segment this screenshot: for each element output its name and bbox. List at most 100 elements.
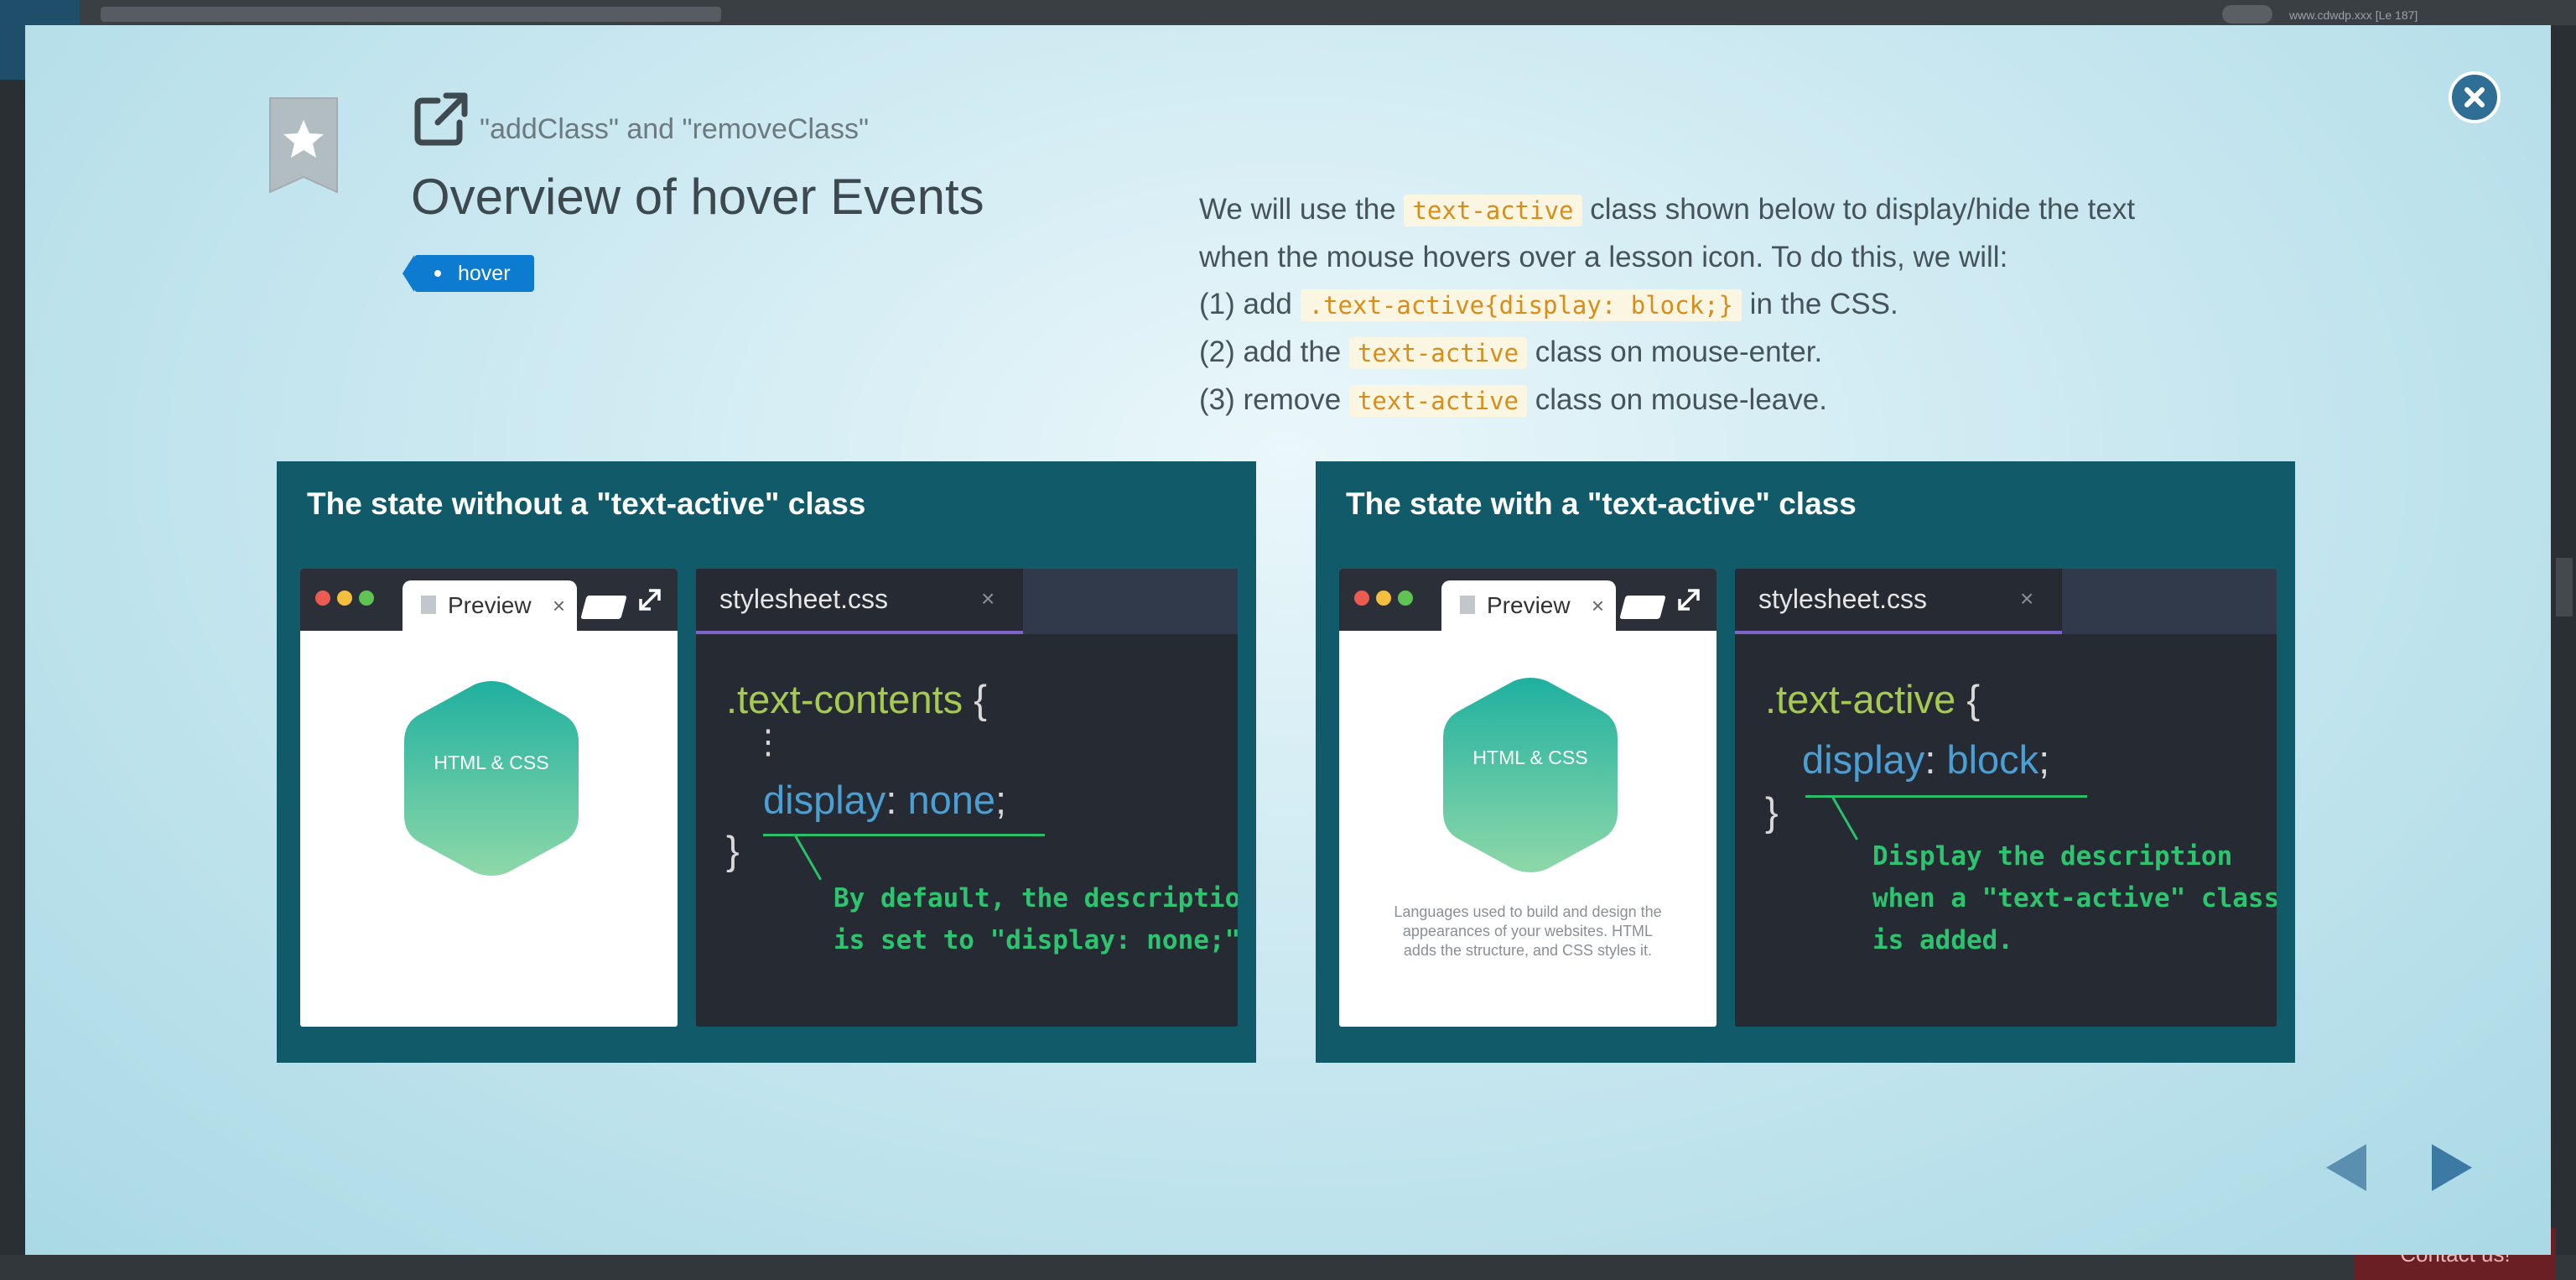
panel-title: The state with a "text-active" class — [1346, 487, 1857, 521]
tab-close-icon: × — [981, 585, 995, 611]
tab-close-icon: × — [2020, 585, 2034, 611]
hexagon-label: HTML & CSS — [434, 752, 549, 773]
expand-icon — [639, 589, 661, 611]
tag-dot — [434, 270, 441, 277]
panel-with-class: The state with a "text-active" class Pre… — [1316, 461, 2295, 1063]
browser-toolbar: Preview × — [1339, 569, 1716, 631]
css-semicolon: ; — [995, 778, 1007, 822]
stylesheet-tab: stylesheet.css × — [696, 569, 1023, 634]
window-minimize-dot — [1376, 591, 1391, 606]
css-semicolon: ; — [2038, 737, 2050, 782]
css-close-brace: } — [1765, 789, 1779, 834]
description-step-3: (3) remove text-active class on mouse-le… — [1199, 377, 2314, 424]
close-icon — [2464, 87, 2485, 107]
highlight-underline — [1805, 795, 2087, 798]
description-step-1: (1) add .text-active{display: block;} in… — [1199, 281, 2314, 329]
background-avatar — [2222, 5, 2272, 23]
description-text: class shown below to display/hide the te… — [1581, 193, 2136, 226]
css-property: display — [763, 778, 886, 822]
stylesheet-tab-label: stylesheet.css — [719, 584, 888, 614]
expand-icon — [1678, 589, 1700, 611]
code-ellipsis: ⋮ — [751, 724, 785, 761]
bookmark-icon[interactable] — [268, 96, 339, 194]
stylesheet-editor: stylesheet.css × .text-active { display:… — [1735, 569, 2277, 1027]
inline-code: .text-active{display: block;} — [1300, 289, 1742, 321]
description-text: We will use the — [1199, 193, 1405, 226]
browser-toolbar: Preview × — [300, 569, 678, 631]
stylesheet-tab-label: stylesheet.css — [1758, 584, 1927, 614]
inline-code: text-active — [1348, 385, 1527, 417]
window-minimize-dot — [337, 591, 352, 606]
hexagon-label: HTML & CSS — [1472, 747, 1588, 768]
panel-without-class: The state without a "text-active" class … — [277, 461, 1256, 1063]
preview-description: Languages used to build and design the a… — [1394, 903, 1662, 959]
window-close-dot — [315, 591, 330, 606]
lesson-subtitle: "addClass" and "removeClass" — [480, 113, 870, 145]
html-css-hexagon — [404, 681, 579, 876]
editor-tabbar: stylesheet.css × — [696, 569, 1238, 634]
tab-close-icon: × — [1591, 593, 1604, 618]
lesson-modal: "addClass" and "removeClass" Overview of… — [25, 25, 2551, 1255]
new-tab-shape — [580, 596, 627, 619]
background-bottom-bar — [0, 1255, 2576, 1280]
description-line-2: when the mouse hovers over a lesson icon… — [1199, 241, 2008, 273]
code-line-selector: .text-active { — [1765, 676, 1980, 722]
css-colon: : — [886, 778, 897, 822]
window-close-dot — [1354, 591, 1369, 606]
annotation-line-3: is added. — [1872, 925, 2013, 955]
css-value: none — [907, 778, 995, 822]
annotation-line-1: By default, the description — [834, 883, 1238, 913]
html-css-hexagon — [1443, 678, 1618, 872]
page-title: Overview of hover Events — [411, 169, 984, 225]
highlight-underline — [763, 834, 1045, 836]
new-tab-shape — [1619, 596, 1666, 619]
annotation-pointer — [1831, 797, 1858, 840]
description-text: (2) add the — [1199, 336, 1349, 368]
css-close-brace: } — [726, 828, 740, 872]
background-scrollbar — [2556, 558, 2573, 617]
tag-label: hover — [458, 262, 511, 285]
css-open-brace: { — [974, 677, 987, 721]
browser-preview: Preview × HTML & CSS — [300, 569, 678, 1027]
preview-tab-label: Preview — [448, 592, 532, 618]
description-text: (3) remove — [1199, 383, 1349, 416]
annotation-line-2: when a "text-active" class — [1872, 883, 2277, 913]
description-step-2: (2) add the text-active class on mouse-e… — [1199, 329, 2314, 377]
document-icon — [1460, 596, 1475, 614]
tab-close-icon: × — [552, 593, 565, 618]
inline-code: text-active — [1349, 337, 1528, 369]
external-link-icon[interactable] — [413, 91, 470, 148]
preview-tab: Preview × — [402, 580, 577, 631]
previous-arrow-icon[interactable] — [2323, 1141, 2370, 1194]
stylesheet-editor: stylesheet.css × .text-contents { ⋮ disp… — [696, 569, 1238, 1027]
annotation-line-1: Display the description — [1872, 841, 2233, 872]
code-line-declaration: display: none; — [763, 777, 1006, 823]
next-arrow-icon[interactable] — [2428, 1141, 2475, 1194]
annotation-line-2: is set to "display: none;". — [834, 925, 1238, 955]
css-colon: : — [1924, 737, 1936, 782]
inline-code: text-active — [1404, 195, 1582, 226]
css-value: block — [1946, 737, 2039, 782]
hover-tag[interactable]: hover — [402, 255, 534, 292]
window-maximize-dot — [1398, 591, 1413, 606]
window-maximize-dot — [359, 591, 374, 606]
description-text: class on mouse-enter. — [1527, 336, 1823, 368]
browser-preview: Preview × HTML & CSS Languages used to b… — [1339, 569, 1716, 1027]
css-selector: .text-contents — [726, 677, 963, 721]
editor-tabbar: stylesheet.css × — [1735, 569, 2277, 634]
code-line-declaration: display: block; — [1802, 736, 2049, 783]
document-icon — [421, 596, 436, 614]
description-text: class on mouse-leave. — [1527, 383, 1827, 416]
css-selector: .text-active — [1765, 677, 1956, 721]
description-line-1: We will use the text-active class shown … — [1199, 186, 2314, 234]
lesson-description: We will use the text-active class shown … — [1199, 186, 2314, 424]
close-button[interactable] — [2449, 71, 2501, 123]
panel-title: The state without a "text-active" class — [307, 487, 866, 521]
css-open-brace: { — [1966, 677, 1981, 721]
preview-tab: Preview × — [1441, 580, 1616, 631]
description-text: (1) add — [1199, 288, 1301, 320]
background-user-text: www.cdwdp.xxx [Le 187] — [2289, 8, 2418, 22]
code-line-selector: .text-contents { — [726, 676, 987, 722]
annotation-pointer — [794, 835, 822, 881]
background-search-bar — [101, 7, 721, 22]
